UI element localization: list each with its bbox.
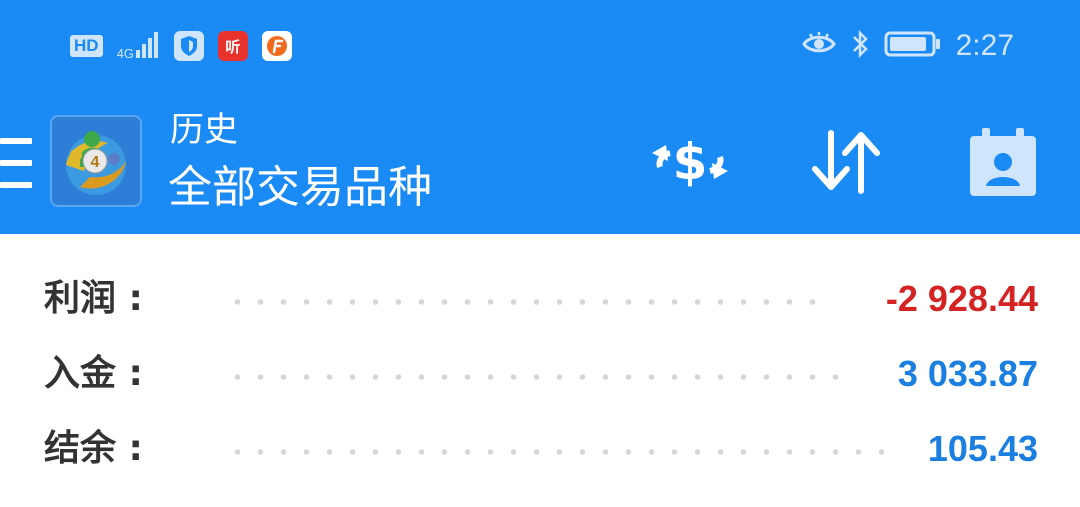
calendar-contact-icon[interactable] xyxy=(958,122,1048,202)
summary-row-balance: 结余 : 105.43 xyxy=(0,419,1080,479)
hd-icon: HD xyxy=(70,35,103,57)
summary-row-profit: 利润 : -2 928.44 xyxy=(0,269,1080,329)
menu-icon[interactable] xyxy=(0,138,32,188)
app-logo-badge: 4 xyxy=(91,154,100,171)
f-app-icon xyxy=(261,31,292,61)
deposit-value: 3 033.87 xyxy=(897,353,1038,394)
summary-panel: 利润 : -2 928.44 入金 : 3 033.87 结余 : 105.43 xyxy=(0,234,1080,507)
network-type-label: 4G xyxy=(116,45,134,61)
status-bar-left: HD 4G 听 xyxy=(70,26,292,66)
profit-value: -2 928.44 xyxy=(885,278,1038,319)
app-bar: 4 历史 全部交易品种 $ xyxy=(0,92,1080,234)
balance-label: 结余 : xyxy=(44,428,143,469)
page-subtitle[interactable]: 全部交易品种 xyxy=(168,162,432,214)
app-logo[interactable]: 4 xyxy=(50,115,142,207)
deposit-label: 入金 : xyxy=(44,353,143,394)
shield-icon xyxy=(173,31,204,61)
bluetooth-icon xyxy=(850,29,870,63)
page-title: 历史 xyxy=(170,110,238,150)
summary-row-deposit: 入金 : 3 033.87 xyxy=(0,344,1080,404)
sort-icon[interactable] xyxy=(800,122,890,202)
svg-text:$: $ xyxy=(673,133,708,191)
leader-dots xyxy=(226,449,888,455)
balance-value: 105.43 xyxy=(927,428,1038,469)
signal-bars xyxy=(135,31,160,61)
currency-exchange-icon[interactable]: $ xyxy=(645,122,735,202)
battery-icon xyxy=(884,30,942,62)
ting-app-icon: 听 xyxy=(217,31,248,61)
signal-icon: 4G xyxy=(116,31,160,61)
profit-label: 利润 : xyxy=(44,278,143,319)
leader-dots xyxy=(226,299,820,305)
eye-comfort-icon xyxy=(801,31,836,61)
clock: 2:27 xyxy=(955,29,1014,62)
status-bar-right: 2:27 xyxy=(801,26,1014,66)
leader-dots xyxy=(226,374,842,380)
status-bar: HD 4G 听 2:27 xyxy=(0,0,1080,92)
